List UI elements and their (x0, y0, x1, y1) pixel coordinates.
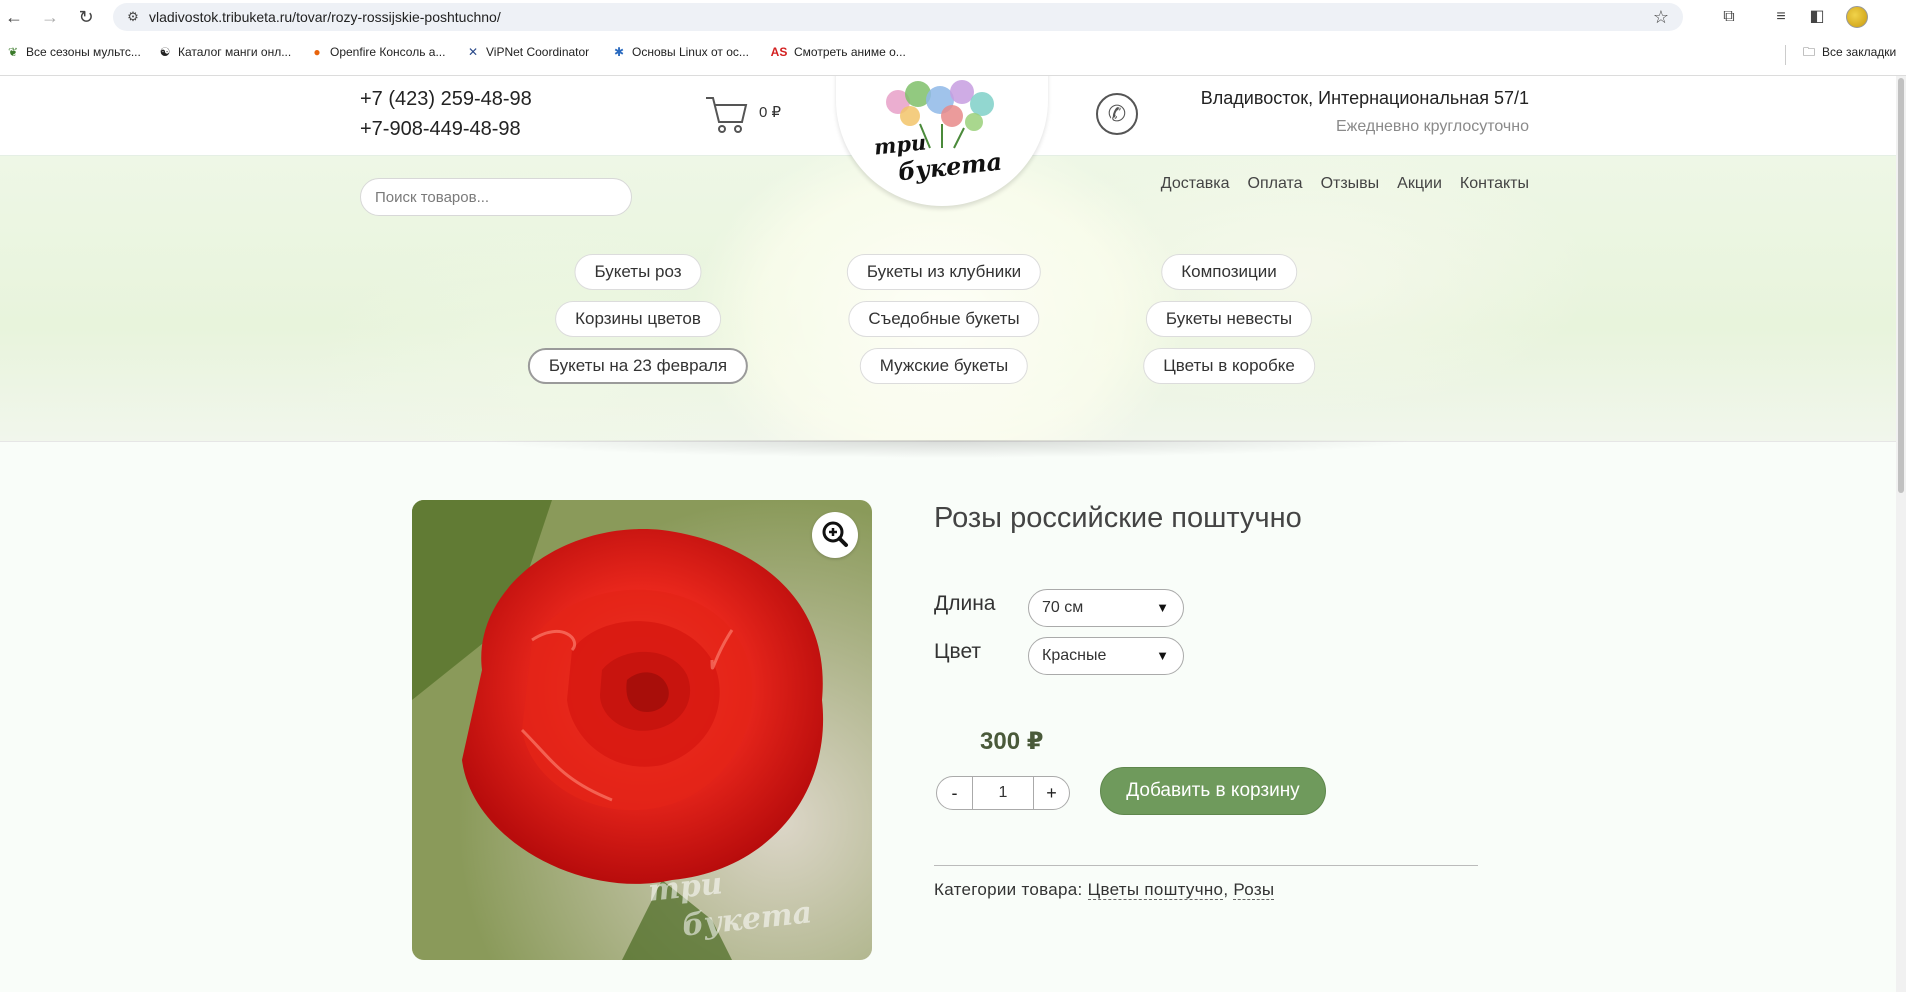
media-icon[interactable]: ≡ (1770, 6, 1792, 28)
categories-label: Категории товара: (934, 880, 1083, 899)
color-select[interactable]: Красные ▼ (1028, 637, 1184, 675)
bookmarks-bar: ❦ Все сезоны мультс... ☯ Каталог манги о… (0, 34, 1906, 76)
category-link-roses[interactable]: Розы (1233, 880, 1275, 900)
browser-toolbar: ← → ↻ ⚙ vladivostok.tribuketa.ru/tovar/r… (0, 0, 1906, 34)
menu-item-reviews[interactable]: Отзывы (1321, 175, 1380, 193)
category-flower-baskets[interactable]: Корзины цветов (555, 301, 721, 337)
category-bridal-bouquets[interactable]: Букеты невесты (1145, 301, 1313, 337)
zoom-icon[interactable] (812, 512, 858, 558)
bookmark-label: Каталог манги онл... (178, 45, 292, 59)
site-info-icon[interactable]: ⚙ (125, 9, 141, 25)
bookmark-item[interactable]: ☯ Каталог манги онл... (158, 45, 292, 59)
bookmark-label: Все сезоны мультс... (26, 45, 141, 59)
network-icon: ✕ (467, 45, 479, 59)
quantity-stepper: - 1 + (936, 776, 1070, 810)
quantity-input[interactable]: 1 (973, 777, 1033, 809)
bookmarks-divider (1785, 45, 1786, 65)
product-title: Розы российские поштучно (934, 502, 1302, 534)
flame-icon: ● (313, 45, 321, 59)
phone-number-2[interactable]: +7-908-449-48-98 (360, 118, 521, 141)
yin-yang-icon: ☯ (159, 45, 171, 59)
length-label: Длина (934, 592, 996, 615)
category-strawberry-bouquets[interactable]: Букеты из клубники (846, 254, 1042, 290)
bookmark-item[interactable]: ● Openfire Консоль а... (310, 45, 445, 59)
bookmark-item[interactable]: ✱ Основы Linux от ос... (612, 45, 749, 59)
color-label: Цвет (934, 640, 982, 663)
forward-icon[interactable]: → (40, 7, 60, 27)
category-link-single-flowers[interactable]: Цветы поштучно (1087, 880, 1224, 900)
search-input[interactable] (360, 178, 632, 216)
menu-item-payment[interactable]: Оплата (1248, 175, 1303, 193)
bookmark-label: Основы Linux от ос... (632, 45, 749, 59)
all-bookmarks[interactable]: 🗀 Все закладки (1802, 45, 1896, 59)
dropdown-arrow-icon: ▼ (1156, 600, 1169, 615)
cart-total[interactable]: 0 ₽ (759, 103, 781, 121)
product-categories: Категории товара: Цветы поштучно, Розы (934, 880, 1275, 900)
bookmark-star-icon[interactable]: ☆ (1653, 7, 1669, 28)
category-flowers-in-box[interactable]: Цветы в коробке (1143, 348, 1315, 384)
bookmark-label: ViPNet Coordinator (486, 45, 590, 59)
store-address: Владивосток, Интернациональная 57/1 (1200, 88, 1529, 108)
main-menu: Доставка Оплата Отзывы Акции Контакты (1143, 175, 1529, 193)
menu-item-delivery[interactable]: Доставка (1161, 175, 1230, 193)
rose-image (412, 500, 872, 960)
category-mens-bouquets[interactable]: Мужские букеты (859, 348, 1029, 384)
address-bar[interactable]: ⚙ vladivostok.tribuketa.ru/tovar/rozy-ro… (113, 3, 1683, 31)
phone-icon[interactable]: ✆ (1096, 93, 1138, 135)
divider (934, 865, 1478, 866)
reload-icon[interactable]: ↻ (76, 7, 96, 27)
bookmark-item[interactable]: ✕ ViPNet Coordinator (466, 45, 589, 59)
category-compositions[interactable]: Композиции (1161, 254, 1297, 290)
menu-item-promotions[interactable]: Акции (1397, 175, 1442, 193)
dropdown-arrow-icon: ▼ (1156, 648, 1169, 663)
extensions-icon[interactable]: ⧉ (1718, 6, 1740, 28)
bookmark-label: Смотреть аниме о... (794, 45, 906, 59)
length-select-value: 70 см (1042, 599, 1084, 616)
back-icon[interactable]: ← (4, 7, 24, 27)
stepik-icon: ✱ (613, 45, 625, 59)
bird-icon: ❦ (7, 45, 19, 59)
length-select[interactable]: 70 см ▼ (1028, 589, 1184, 627)
color-select-value: Красные (1042, 647, 1107, 664)
scrollbar-thumb[interactable] (1898, 78, 1904, 493)
menu-item-contacts[interactable]: Контакты (1460, 175, 1529, 193)
bookmark-label: Openfire Консоль а... (330, 45, 446, 59)
hero-shadow (480, 440, 1420, 458)
opening-hours: Ежедневно круглосуточно (1335, 118, 1529, 135)
url-text[interactable]: vladivostok.tribuketa.ru/tovar/rozy-ross… (149, 9, 501, 25)
page-content: +7 (423) 259-48-98 +7-908-449-48-98 0 ₽ … (0, 76, 1896, 992)
product-image[interactable]: три букета (412, 500, 872, 960)
product-price: 300 ₽ (980, 728, 1044, 755)
bookmark-item[interactable]: AS Смотреть аниме о... (770, 45, 906, 59)
animestars-icon: AS (770, 45, 788, 59)
cart-icon[interactable] (704, 94, 748, 134)
page-scrollbar[interactable] (1896, 76, 1906, 992)
magnifier-icon (822, 521, 848, 547)
add-to-cart-button[interactable]: Добавить в корзину (1100, 767, 1326, 815)
category-edible-bouquets[interactable]: Съедобные букеты (848, 301, 1040, 337)
bookmark-item[interactable]: ❦ Все сезоны мультс... (6, 45, 141, 59)
category-feb23-bouquets[interactable]: Букеты на 23 февраля (527, 348, 749, 384)
folder-icon: 🗀 (1802, 45, 1815, 59)
phone-number-1[interactable]: +7 (423) 259-48-98 (360, 88, 532, 111)
side-panel-icon[interactable]: ◧ (1806, 6, 1828, 28)
profile-avatar[interactable] (1846, 6, 1868, 28)
all-bookmarks-label: Все закладки (1822, 45, 1897, 59)
quantity-minus-button[interactable]: - (937, 777, 973, 809)
quantity-plus-button[interactable]: + (1033, 777, 1069, 809)
category-rose-bouquets[interactable]: Букеты роз (574, 254, 702, 290)
